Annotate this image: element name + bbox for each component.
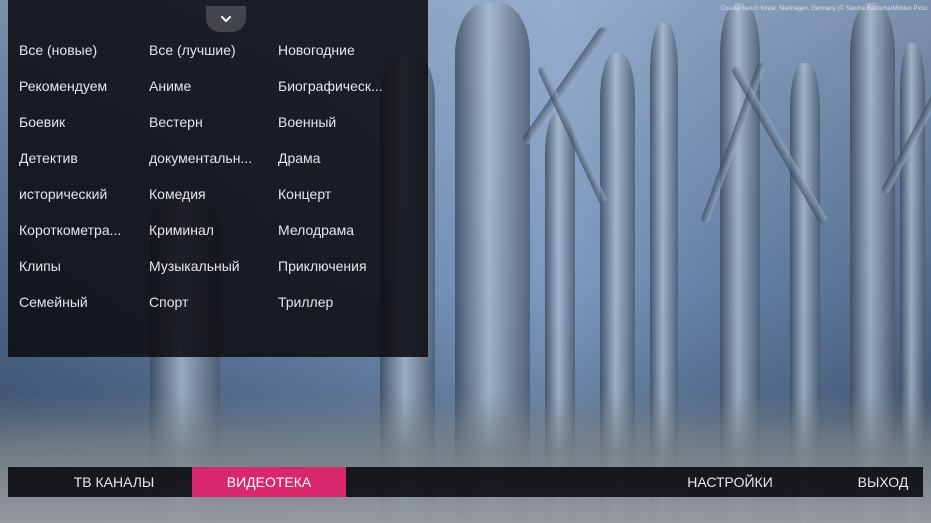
genre-item[interactable]: Мелодрама [278,222,354,238]
genre-item[interactable]: Клипы [19,258,61,274]
nav-tv-channels[interactable]: ТВ КАНАЛЫ [36,467,192,497]
genre-item[interactable]: Военный [278,114,336,130]
genre-panel: Все (новые) Рекомендуем Боевик Детектив … [8,0,428,357]
genre-item[interactable]: Короткометра... [19,222,121,238]
nav-video-library[interactable]: ВИДЕОТЕКА [192,467,346,497]
genre-item[interactable]: Аниме [149,78,191,94]
genre-item[interactable]: Музыкальный [149,258,240,274]
bottom-nav: ТВ КАНАЛЫ ВИДЕОТЕКА НАСТРОЙКИ ВЫХОД [8,467,923,497]
genre-item[interactable]: документальн... [149,150,252,166]
genre-item[interactable]: Все (лучшие) [149,42,236,58]
genre-item[interactable]: Криминал [149,222,214,238]
genre-item[interactable]: Все (новые) [19,42,97,58]
genre-item[interactable]: Спорт [149,294,188,310]
genre-item[interactable]: Детектив [19,150,78,166]
nav-exit[interactable]: ВЫХОД [838,467,928,497]
nav-settings[interactable]: НАСТРОЙКИ [654,467,806,497]
genre-item[interactable]: Новогодние [278,42,355,58]
genre-item[interactable]: Семейный [19,294,88,310]
genre-item[interactable]: Триллер [278,294,333,310]
genre-item[interactable]: Комедия [149,186,206,202]
chevron-down-icon [221,16,231,22]
forest-floor [0,393,931,523]
collapse-button[interactable] [206,6,246,32]
genre-item[interactable]: Драма [278,150,320,166]
genre-item[interactable]: исторический [19,186,107,202]
genre-item[interactable]: Вестерн [149,114,203,130]
genre-item[interactable]: Концерт [278,186,331,202]
genre-item[interactable]: Рекомендуем [19,78,107,94]
genre-item[interactable]: Боевик [19,114,65,130]
photo-credit: Coastal beech forest, Nienhagen, Germany… [720,6,927,12]
genre-item[interactable]: Биографическ... [278,78,383,94]
genre-item[interactable]: Приключения [278,258,367,274]
